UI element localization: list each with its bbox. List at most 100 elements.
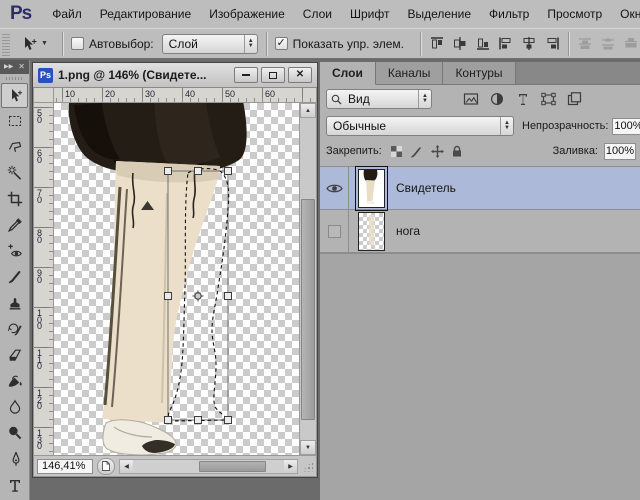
- tab-layers[interactable]: Слои: [320, 62, 376, 85]
- align-right-edges-icon[interactable]: [544, 36, 560, 51]
- scroll-right-button[interactable]: ▶: [284, 460, 297, 473]
- align-horizontal-centers-icon[interactable]: [521, 36, 537, 51]
- menu-item-select[interactable]: Выделение: [398, 7, 480, 21]
- layer-name[interactable]: Свидетель: [396, 181, 456, 195]
- opacity-field[interactable]: 100%: [612, 118, 640, 135]
- lock-position-icon[interactable]: [431, 145, 444, 158]
- status-menu-button[interactable]: [97, 458, 115, 475]
- document-status-bar: 146,41% ◀ ▶: [34, 455, 316, 476]
- blend-mode-value: Обычные: [327, 119, 500, 133]
- menu-item-window[interactable]: Окно: [611, 7, 640, 21]
- layer-name[interactable]: нога: [396, 224, 420, 238]
- layer-thumbnail[interactable]: [358, 212, 385, 251]
- close-panel-icon[interactable]: ✕: [18, 63, 25, 71]
- eyedropper-tool[interactable]: [1, 212, 29, 238]
- vertical-scrollbar[interactable]: ▲ ▼: [299, 103, 316, 455]
- polygonal-lasso-tool[interactable]: [1, 134, 29, 160]
- visibility-toggle[interactable]: [320, 167, 349, 209]
- layer-filter-row: Вид ▲▼: [320, 85, 640, 112]
- menu-item-view[interactable]: Просмотр: [538, 7, 611, 21]
- menu-item-file[interactable]: Файл: [43, 7, 91, 21]
- layer-row-noga[interactable]: нога: [320, 210, 640, 253]
- ruler-h-label: 20: [105, 89, 115, 99]
- tab-paths[interactable]: Контуры: [443, 62, 515, 84]
- menu-item-image[interactable]: Изображение: [200, 7, 294, 21]
- document-title-bar[interactable]: Ps 1.png @ 146% (Свидете... ✕: [33, 63, 317, 88]
- close-button[interactable]: ✕: [288, 67, 312, 83]
- distribute-vertical-centers-icon: [600, 36, 616, 51]
- collapse-panel-icon[interactable]: ▶▶: [4, 63, 13, 71]
- blur-tool[interactable]: [1, 394, 29, 420]
- pixel-layer-filter-icon[interactable]: [462, 91, 479, 107]
- horizontal-scroll-thumb[interactable]: [199, 461, 265, 472]
- visibility-toggle[interactable]: [320, 210, 349, 252]
- show-transform-controls-checkbox[interactable]: ✓: [275, 37, 288, 50]
- move-tool-icon: [20, 36, 38, 52]
- history-brush-tool[interactable]: [1, 316, 29, 342]
- blend-mode-select[interactable]: Обычные ▲▼: [326, 116, 514, 136]
- magic-wand-tool[interactable]: [1, 160, 29, 186]
- brush-tool[interactable]: [1, 264, 29, 290]
- scroll-left-button[interactable]: ◀: [120, 460, 133, 473]
- layer-row-svidetel[interactable]: Свидетель: [320, 167, 640, 210]
- window-resize-grip[interactable]: [302, 461, 313, 472]
- align-top-edges-icon[interactable]: [429, 36, 445, 51]
- brush-icon: [7, 269, 23, 285]
- menu-item-type[interactable]: Шрифт: [341, 7, 398, 21]
- layer-filter-select[interactable]: Вид ▲▼: [326, 89, 432, 109]
- tool-preset-picker[interactable]: ▼: [14, 36, 54, 52]
- type-layer-filter-icon[interactable]: [514, 91, 531, 107]
- tab-channels[interactable]: Каналы: [376, 62, 444, 84]
- options-bar-grip[interactable]: [2, 32, 10, 56]
- smart-object-filter-icon[interactable]: [566, 91, 583, 107]
- lock-buttons: [390, 145, 463, 158]
- clone-stamp-tool[interactable]: [1, 290, 29, 316]
- paint-bucket-tool[interactable]: [1, 368, 29, 394]
- select-spinner-icon: ▲▼: [244, 35, 257, 53]
- move-tool[interactable]: [1, 83, 28, 108]
- close-icon: ✕: [296, 70, 304, 80]
- menu-item-filter[interactable]: Фильтр: [480, 7, 538, 21]
- adjustment-layer-filter-icon[interactable]: [488, 91, 505, 107]
- autoselect-target-select[interactable]: Слой ▲▼: [162, 34, 258, 54]
- lock-all-icon[interactable]: [451, 145, 463, 158]
- ruler-v-label: 70: [37, 190, 44, 203]
- eraser-icon: [7, 347, 23, 363]
- fill-field[interactable]: 100%: [604, 143, 636, 160]
- minimize-icon: [242, 74, 250, 76]
- lock-pixels-icon[interactable]: [410, 145, 424, 158]
- canvas[interactable]: [54, 103, 299, 455]
- tools-panel-grip[interactable]: [0, 74, 29, 83]
- ruler-v-label: 130: [37, 430, 44, 450]
- align-left-edges-icon[interactable]: [498, 36, 514, 51]
- layer-filter-value: Вид: [342, 92, 418, 106]
- red-eye-tool[interactable]: [1, 238, 29, 264]
- pen-tool[interactable]: [1, 446, 29, 472]
- align-vertical-centers-icon[interactable]: [452, 36, 468, 51]
- distribute-bottom-icon: [623, 36, 639, 51]
- zoom-level-field[interactable]: 146,41%: [37, 459, 93, 474]
- blend-mode-row: Обычные ▲▼ Непрозрачность: 100%: [320, 112, 640, 138]
- layer-thumbnail[interactable]: [358, 169, 385, 208]
- vertical-scroll-thumb[interactable]: [301, 199, 315, 420]
- type-tool[interactable]: [1, 472, 29, 498]
- crop-tool[interactable]: [1, 186, 29, 212]
- minimize-button[interactable]: [234, 67, 258, 83]
- shape-layer-filter-icon[interactable]: [540, 91, 557, 107]
- ruler-v-label: 100: [37, 310, 44, 330]
- ruler-v-label: 60: [37, 150, 44, 163]
- align-bottom-edges-icon[interactable]: [475, 36, 491, 51]
- menu-item-edit[interactable]: Редактирование: [91, 7, 200, 21]
- lock-transparency-icon[interactable]: [390, 145, 403, 158]
- scroll-up-button[interactable]: ▲: [300, 103, 316, 118]
- horizontal-scroll-track[interactable]: [133, 460, 284, 473]
- pen-icon: [7, 451, 23, 467]
- autoselect-checkbox[interactable]: [71, 37, 84, 50]
- rectangular-marquee-tool[interactable]: [1, 108, 29, 134]
- scroll-down-button[interactable]: ▼: [300, 440, 316, 455]
- eraser-tool[interactable]: [1, 342, 29, 368]
- dodge-tool[interactable]: [1, 420, 29, 446]
- menu-item-layers[interactable]: Слои: [294, 7, 341, 21]
- maximize-button[interactable]: [261, 67, 285, 83]
- horizontal-scrollbar[interactable]: ◀ ▶: [119, 459, 298, 474]
